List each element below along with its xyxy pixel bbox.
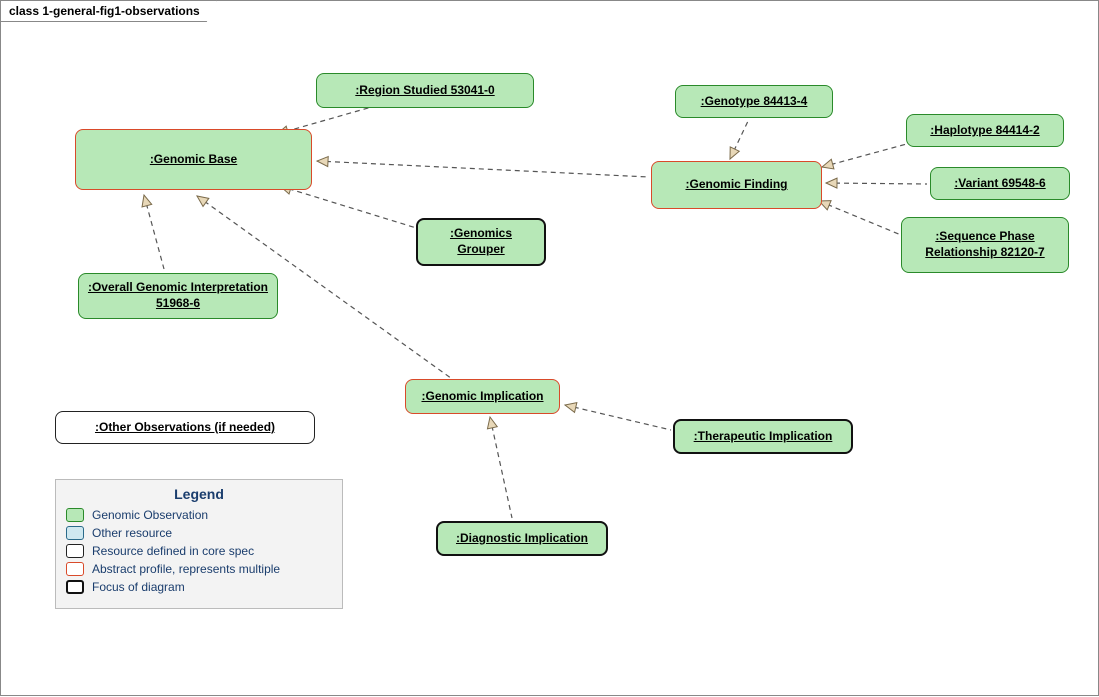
legend-title: Legend <box>66 486 332 502</box>
diagram-frame: class 1-general-fig1-observations :Geno <box>0 0 1099 696</box>
node-label: :Genomic Finding <box>686 177 788 193</box>
node-variant[interactable]: :Variant 69548-6 <box>930 167 1070 200</box>
node-label: :Genomic Base <box>150 152 237 168</box>
swatch-focus-icon <box>66 580 84 594</box>
legend-item: Other resource <box>66 526 332 540</box>
legend-label: Other resource <box>92 526 172 540</box>
swatch-red-icon <box>66 562 84 576</box>
node-other-observations[interactable]: :Other Observations (if needed) <box>55 411 315 444</box>
legend-label: Focus of diagram <box>92 580 185 594</box>
node-genotype[interactable]: :Genotype 84413-4 <box>675 85 833 118</box>
node-genomic-implication[interactable]: :Genomic Implication <box>405 379 560 414</box>
legend-box: Legend Genomic Observation Other resourc… <box>55 479 343 609</box>
node-sequence-phase[interactable]: :Sequence Phase Relationship 82120-7 <box>901 217 1069 273</box>
node-label: :Region Studied 53041-0 <box>355 83 494 99</box>
node-label: :Diagnostic Implication <box>456 531 588 547</box>
node-label: :Sequence Phase Relationship 82120-7 <box>910 229 1060 260</box>
legend-label: Abstract profile, represents multiple <box>92 562 280 576</box>
node-overall-interpretation[interactable]: :Overall Genomic Interpretation 51968-6 <box>78 273 278 319</box>
legend-item: Resource defined in core spec <box>66 544 332 558</box>
node-diagnostic-implication[interactable]: :Diagnostic Implication <box>436 521 608 556</box>
node-label: :Other Observations (if needed) <box>95 420 275 436</box>
legend-item: Genomic Observation <box>66 508 332 522</box>
node-label: :Therapeutic Implication <box>694 429 833 445</box>
swatch-green-icon <box>66 508 84 522</box>
node-label: :Genomics Grouper <box>426 226 536 257</box>
node-genomic-base[interactable]: :Genomic Base <box>75 129 312 190</box>
node-label: :Variant 69548-6 <box>954 176 1045 192</box>
node-therapeutic-implication[interactable]: :Therapeutic Implication <box>673 419 853 454</box>
node-label: :Genotype 84413-4 <box>701 94 808 110</box>
node-haplotype[interactable]: :Haplotype 84414-2 <box>906 114 1064 147</box>
node-region-studied[interactable]: :Region Studied 53041-0 <box>316 73 534 108</box>
node-label: :Overall Genomic Interpretation 51968-6 <box>87 280 269 311</box>
node-genomics-grouper[interactable]: :Genomics Grouper <box>416 218 546 266</box>
legend-item: Abstract profile, represents multiple <box>66 562 332 576</box>
node-label: :Genomic Implication <box>421 389 543 405</box>
legend-label: Resource defined in core spec <box>92 544 254 558</box>
frame-title: class 1-general-fig1-observations <box>0 0 217 22</box>
legend-item: Focus of diagram <box>66 580 332 594</box>
node-label: :Haplotype 84414-2 <box>930 123 1039 139</box>
swatch-white-icon <box>66 544 84 558</box>
legend-label: Genomic Observation <box>92 508 208 522</box>
node-genomic-finding[interactable]: :Genomic Finding <box>651 161 822 209</box>
swatch-blue-icon <box>66 526 84 540</box>
